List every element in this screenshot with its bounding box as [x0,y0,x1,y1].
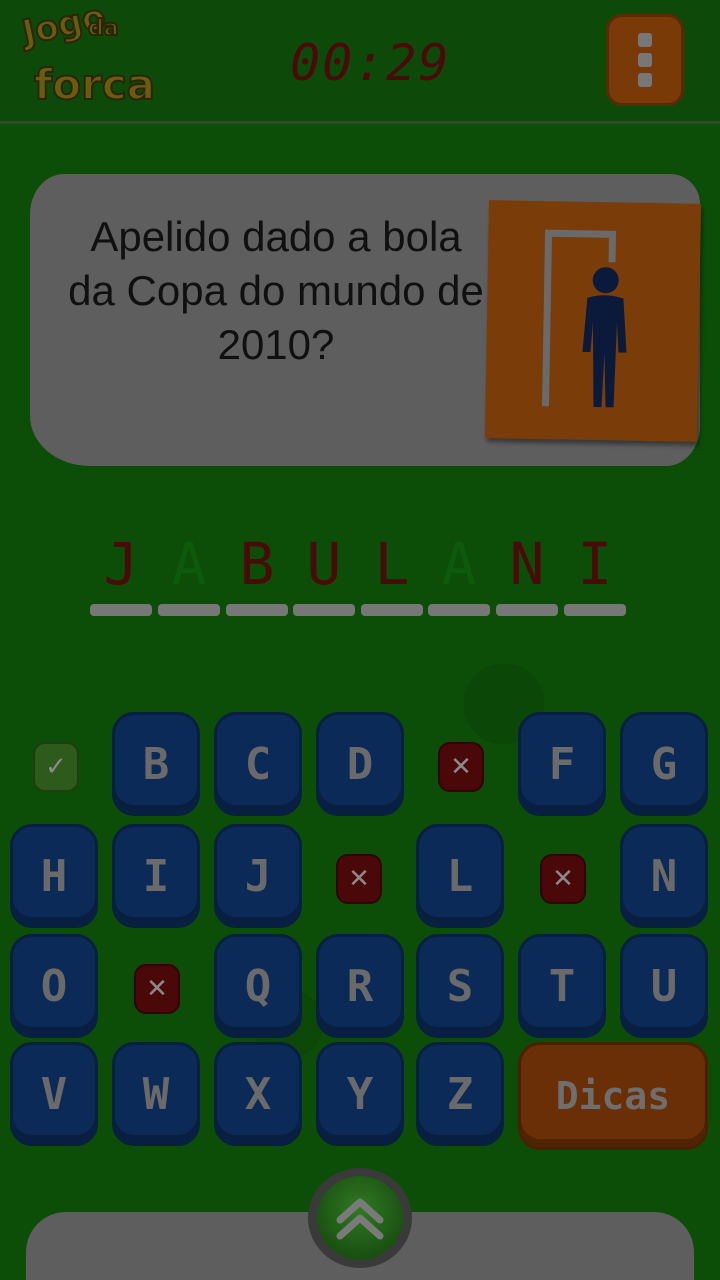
double-chevron-up-icon [336,1198,384,1240]
key-k-wrong: ✕ [336,854,382,904]
key-e-wrong: ✕ [438,742,484,792]
letter-underline [361,604,423,616]
hints-button[interactable]: Dicas [518,1042,708,1150]
question-text: Apelido dado a bola da Copa do mundo de … [68,213,484,368]
letter: A [441,530,477,598]
letter-underline [158,604,220,616]
game-logo: Jogo da forca [14,0,156,114]
letter-underline [90,604,152,616]
key-r[interactable]: R [316,934,404,1038]
vertical-dots-icon-dot2 [638,53,652,67]
logo-word-2: da [87,16,120,41]
key-n[interactable]: N [620,824,708,928]
key-d[interactable]: D [316,712,404,816]
key-u[interactable]: U [620,934,708,1038]
vertical-dots-icon [638,33,652,47]
key-x[interactable]: X [214,1042,302,1146]
key-s[interactable]: S [416,934,504,1038]
letter-slot: J [90,530,152,620]
vertical-dots-icon-dot3 [638,73,652,87]
letter: J [103,530,139,598]
key-z[interactable]: Z [416,1042,504,1146]
letter: U [306,530,342,598]
key-m-wrong: ✕ [540,854,586,904]
letter: A [171,530,207,598]
timer: 00:29 [290,34,451,92]
letter-underline [293,604,355,616]
gallows-image [484,200,702,442]
key-w[interactable]: W [112,1042,200,1146]
logo-word-3: forca [33,60,156,109]
key-j[interactable]: J [214,824,302,928]
gallows-hangman-icon [542,229,627,408]
key-h[interactable]: H [10,824,98,928]
key-y[interactable]: Y [316,1042,404,1146]
letter-slot: I [564,530,626,620]
letter-underline [428,604,490,616]
key-b[interactable]: B [112,712,200,816]
key-p-wrong: ✕ [134,964,180,1014]
letter: I [577,530,613,598]
key-o[interactable]: O [10,934,98,1038]
expand-button[interactable] [308,1168,412,1268]
letter-underline [226,604,288,616]
expand-button-face [317,1176,403,1260]
letter-underline [564,604,626,616]
key-f[interactable]: F [518,712,606,816]
key-c[interactable]: C [214,712,302,816]
letter-slot: A [428,530,490,620]
letter: B [239,530,275,598]
answer-word: J A B U L A N I [90,530,630,620]
letter-slot: N [496,530,558,620]
letter-slot: L [361,530,423,620]
letter-underline [496,604,558,616]
key-q[interactable]: Q [214,934,302,1038]
key-g[interactable]: G [620,712,708,816]
letter-slot: B [226,530,288,620]
letter: L [374,530,410,598]
letter-slot: U [293,530,355,620]
key-t[interactable]: T [518,934,606,1038]
menu-button[interactable] [606,14,684,106]
key-a-correct: ✓ [33,742,79,792]
key-l[interactable]: L [416,824,504,928]
header-bar: Jogo da forca 00:29 [0,0,720,124]
letter: N [509,530,545,598]
letter-slot: A [158,530,220,620]
key-i[interactable]: I [112,824,200,928]
key-v[interactable]: V [10,1042,98,1146]
